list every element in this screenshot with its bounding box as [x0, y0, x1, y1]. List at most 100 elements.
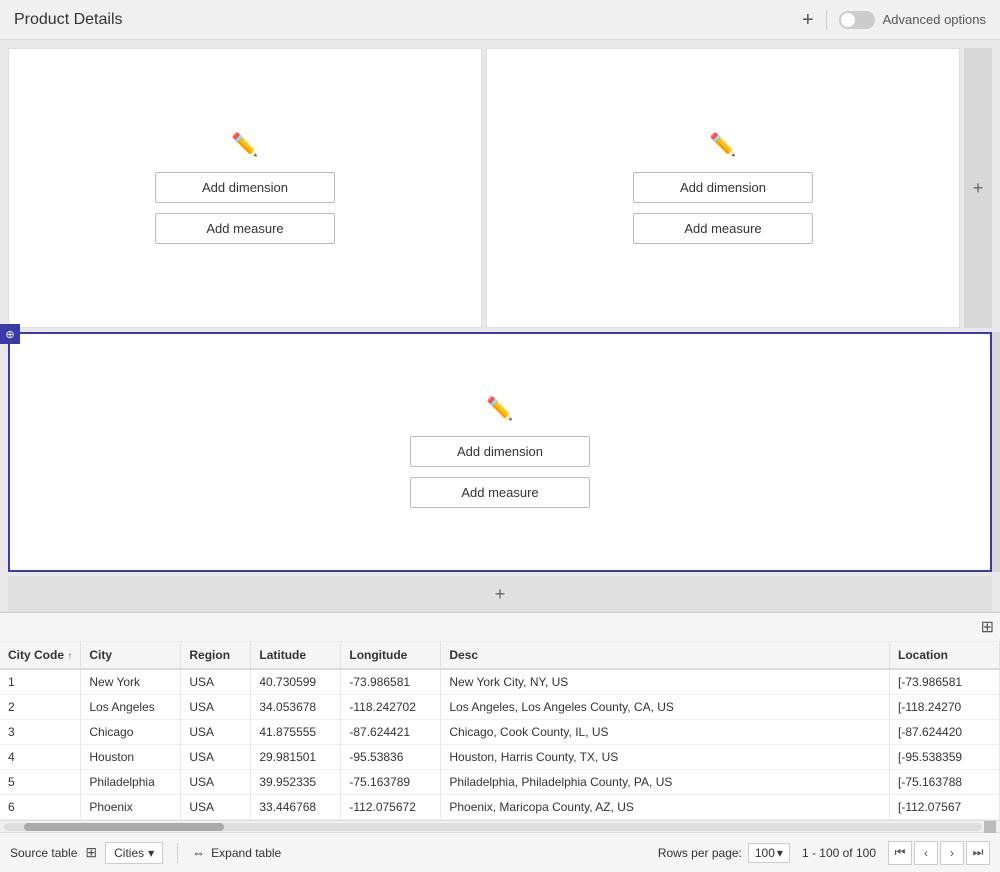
cell-longitude: -118.242702 [341, 695, 441, 720]
first-page-button[interactable]: ⏮ [888, 841, 912, 865]
col-header-city-code[interactable]: City Code ↑ [0, 642, 81, 669]
source-table-label: Source table [10, 846, 77, 860]
cell-desc: Phoenix, Maricopa County, AZ, US [441, 795, 890, 820]
add-dimension-button-left[interactable]: Add dimension [155, 172, 335, 203]
data-table-wrapper: City Code ↑ City Region Latitude Longitu… [0, 642, 1000, 820]
cell-region: USA [181, 795, 251, 820]
cell-city_code: 2 [0, 695, 81, 720]
add-measure-button-right[interactable]: Add measure [633, 213, 813, 244]
right-panel: ✏️ Add dimension Add measure [486, 48, 960, 328]
rows-dropdown-arrow: ▾ [777, 846, 783, 860]
cell-location: [-73.986581 [890, 669, 1000, 695]
toggle-knob [841, 13, 855, 27]
table-row: 6PhoenixUSA33.446768-112.075672Phoenix, … [0, 795, 1000, 820]
cell-region: USA [181, 695, 251, 720]
add-column-icon-top: + [973, 178, 984, 199]
cell-desc: New York City, NY, US [441, 669, 890, 695]
cell-city: Phoenix [81, 795, 181, 820]
cell-longitude: -75.163789 [341, 770, 441, 795]
rows-per-page-value: 100 [755, 846, 775, 860]
cell-city_code: 5 [0, 770, 81, 795]
cell-city: Philadelphia [81, 770, 181, 795]
cell-location: [-112.07567 [890, 795, 1000, 820]
prev-page-button[interactable]: ‹ [914, 841, 938, 865]
bottom-panel-container: ⊕ ✏️ Add dimension Add measure + [8, 332, 992, 572]
cell-location: [-75.163788 [890, 770, 1000, 795]
header-controls: + Advanced options [802, 10, 986, 30]
wand-icon-right: ✏️ [709, 132, 736, 158]
advanced-options-toggle[interactable] [839, 11, 875, 29]
horizontal-scrollbar-row [0, 820, 1000, 832]
last-page-button[interactable]: ⏭ [966, 841, 990, 865]
expand-label: Expand table [211, 846, 281, 860]
add-panel-plus-icon: + [495, 584, 506, 605]
cell-city: Los Angeles [81, 695, 181, 720]
add-column-right-top[interactable]: + [964, 48, 992, 328]
add-column-right-bottom[interactable]: + [992, 332, 1000, 572]
col-header-city[interactable]: City [81, 642, 181, 669]
table-row: 5PhiladelphiaUSA39.952335-75.163789Phila… [0, 770, 1000, 795]
footer-right: Rows per page: 100 ▾ 1 - 100 of 100 ⏮ ‹ … [658, 841, 990, 865]
add-panel-row[interactable]: + [8, 576, 992, 612]
cell-longitude: -87.624421 [341, 720, 441, 745]
advanced-options-label: Advanced options [883, 12, 986, 27]
scrollbar-thumb [24, 823, 224, 831]
cell-region: USA [181, 745, 251, 770]
cell-desc: Philadelphia, Philadelphia County, PA, U… [441, 770, 890, 795]
left-panel: ✏️ Add dimension Add measure [8, 48, 482, 328]
add-dimension-button-right[interactable]: Add dimension [633, 172, 813, 203]
footer-left: Source table ⊞ Cities ▾ ⇔ Expand table [10, 842, 281, 864]
drag-handle[interactable]: ⊕ [0, 324, 20, 344]
cell-desc: Chicago, Cook County, IL, US [441, 720, 890, 745]
cell-latitude: 41.875555 [251, 720, 341, 745]
source-table-select[interactable]: Cities ▾ [105, 842, 163, 864]
wand-icon-bottom: ✏️ [486, 396, 513, 422]
col-header-location[interactable]: Location [890, 642, 1000, 669]
cell-city: Chicago [81, 720, 181, 745]
table-row: 1New YorkUSA40.730599-73.986581New York … [0, 669, 1000, 695]
add-measure-button-bottom[interactable]: Add measure [410, 477, 590, 508]
pagination-info: 1 - 100 of 100 [802, 846, 876, 860]
col-header-desc[interactable]: Desc [441, 642, 890, 669]
rows-per-page-select[interactable]: 100 ▾ [748, 843, 790, 863]
table-toolbar: ⊞ [0, 613, 1000, 642]
rows-per-page-label: Rows per page: [658, 846, 742, 860]
table-area: ⊞ City Code ↑ City Region Latitude Longi… [0, 612, 1000, 872]
add-button[interactable]: + [802, 10, 814, 30]
cell-latitude: 33.446768 [251, 795, 341, 820]
expand-table-button[interactable]: ⇔ Expand table [192, 845, 281, 860]
cell-desc: Los Angeles, Los Angeles County, CA, US [441, 695, 890, 720]
cell-region: USA [181, 770, 251, 795]
header: Product Details + Advanced options [0, 0, 1000, 40]
cell-location: [-118.24270 [890, 695, 1000, 720]
rows-per-page-container: Rows per page: 100 ▾ [658, 843, 790, 863]
cell-city_code: 4 [0, 745, 81, 770]
col-header-longitude[interactable]: Longitude [341, 642, 441, 669]
cell-location: [-95.538359 [890, 745, 1000, 770]
wand-icon-left: ✏️ [231, 132, 258, 158]
col-header-latitude[interactable]: Latitude [251, 642, 341, 669]
next-page-button[interactable]: › [940, 841, 964, 865]
cell-city: Houston [81, 745, 181, 770]
horizontal-scrollbar[interactable] [4, 823, 982, 831]
table-footer: Source table ⊞ Cities ▾ ⇔ Expand table R… [0, 832, 1000, 872]
advanced-options-toggle-container: Advanced options [839, 11, 986, 29]
cell-latitude: 40.730599 [251, 669, 341, 695]
expand-icon: ⇔ [192, 845, 205, 860]
table-icon: ⊞ [85, 844, 97, 861]
pagination-controls: ⏮ ‹ › ⏭ [888, 841, 990, 865]
cell-region: USA [181, 669, 251, 695]
cell-city_code: 1 [0, 669, 81, 695]
add-measure-button-left[interactable]: Add measure [155, 213, 335, 244]
table-header-row: City Code ↑ City Region Latitude Longitu… [0, 642, 1000, 669]
grid-view-icon[interactable]: ⊞ [981, 617, 994, 637]
cell-location: [-87.624420 [890, 720, 1000, 745]
footer-divider [177, 843, 178, 863]
bottom-panel: ⊕ ✏️ Add dimension Add measure [8, 332, 992, 572]
add-dimension-button-bottom[interactable]: Add dimension [410, 436, 590, 467]
drag-icon: ⊕ [5, 328, 14, 341]
cell-longitude: -95.53836 [341, 745, 441, 770]
col-header-region[interactable]: Region [181, 642, 251, 669]
data-table: City Code ↑ City Region Latitude Longitu… [0, 642, 1000, 820]
cell-longitude: -73.986581 [341, 669, 441, 695]
